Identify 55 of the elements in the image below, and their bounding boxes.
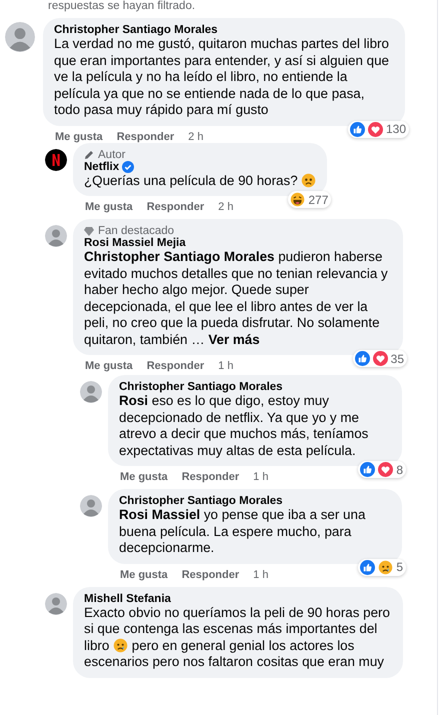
worried-face-icon (301, 172, 316, 188)
comment-text: La verdad no me gustó, quitaron muchas partes del libro que eran importantes para entender, y así si alguien que ve la película y no ha leído el libro, no entiende la película ya que no se entiende nada de lo que pasa, todo pasa muy rápido para mí gusto (54, 36, 390, 118)
comment-text: Rosi eso es lo que digo, estoy muy decepcionado de netflix. Ya que yo y me atrevo a decir que muchos más, teníamos expectativas muy altas de esta película. (119, 393, 370, 459)
comment-text: ¿Querías una película de 90 horas? (84, 172, 316, 189)
action-link[interactable]: Me gusta (120, 471, 168, 483)
like-reaction-icon (354, 351, 370, 366)
action-link[interactable]: Me gusta (120, 568, 168, 580)
author-name[interactable]: Rosi Massiel Mejia (84, 237, 186, 249)
like-reaction-icon (360, 560, 376, 574)
comment-text: Rosi Massiel yo pense que iba a ser una buena película. La espere mucho, para decepcionarme. (119, 507, 366, 556)
filter-notice: respuestas se hayan filtrado. (48, 0, 196, 12)
timestamp[interactable]: 1 h (253, 568, 268, 580)
author-name[interactable]: Christopher Santiago Morales (119, 381, 283, 393)
action-link[interactable]: Responder (146, 360, 204, 372)
logo-avatar[interactable] (45, 148, 67, 170)
avatar[interactable] (45, 225, 67, 247)
see-more-link[interactable]: Ver más (208, 332, 260, 346)
timestamp[interactable]: 2 h (218, 201, 234, 213)
action-link[interactable]: Me gusta (55, 130, 103, 142)
timestamp[interactable]: 2 h (188, 130, 204, 142)
reaction-summary[interactable]: 8 (358, 461, 406, 478)
heart-reaction-icon (372, 351, 388, 366)
author-name[interactable]: Christopher Santiago Morales (119, 495, 283, 507)
action-link[interactable]: Responder (182, 568, 240, 580)
reaction-summary[interactable]: 277 (288, 191, 332, 208)
diamond-icon (84, 226, 94, 236)
action-link[interactable]: Responder (146, 201, 204, 213)
reaction-summary[interactable]: 5 (358, 558, 406, 576)
comment-text: Christopher Santiago Morales pudieron haberse evitado muchos detalles que no tenian relevancia y haber hecho algo mejor. Quede super decepcionada, el que lee el libro antes de ver la peli, no creo que la pueda disfrutar. No solamente quitaron, también … Ver más (84, 249, 389, 348)
badge-label: Fan destacado (98, 225, 174, 237)
comment-text: Exacto obvio no queríamos la peli de 90 horas pero si que contenga las escenas más importantes del libro pero en general genial los actores los escenarios pero nos faltaron cositas que eran muy (84, 604, 391, 670)
timestamp[interactable]: 1 h (218, 360, 234, 372)
heart-reaction-icon (368, 122, 383, 136)
action-link[interactable]: Me gusta (85, 201, 133, 213)
action-link[interactable]: Responder (182, 471, 240, 483)
crying-reaction-icon (378, 560, 394, 574)
reaction-summary[interactable]: 130 (348, 120, 409, 138)
action-link[interactable]: Me gusta (85, 360, 133, 372)
badge-label: Autor (98, 148, 126, 160)
author-name[interactable]: Netflix (84, 160, 120, 172)
like-reaction-icon (360, 462, 376, 477)
crying-face-icon (113, 638, 128, 652)
avatar[interactable] (5, 22, 35, 52)
pencil-icon (84, 150, 94, 160)
author-name[interactable]: Christopher Santiago Morales (54, 24, 218, 36)
author-name[interactable]: Mishell Stefania (84, 592, 171, 604)
heart-reaction-icon (378, 462, 394, 477)
action-link[interactable]: Responder (116, 130, 174, 142)
avatar[interactable] (45, 592, 67, 614)
laughing-reaction-icon (290, 192, 306, 207)
avatar[interactable] (80, 495, 102, 517)
avatar[interactable] (80, 381, 102, 403)
timestamp[interactable]: 1 h (253, 471, 268, 483)
reaction-summary[interactable]: 35 (352, 350, 407, 367)
like-reaction-icon (350, 122, 365, 136)
